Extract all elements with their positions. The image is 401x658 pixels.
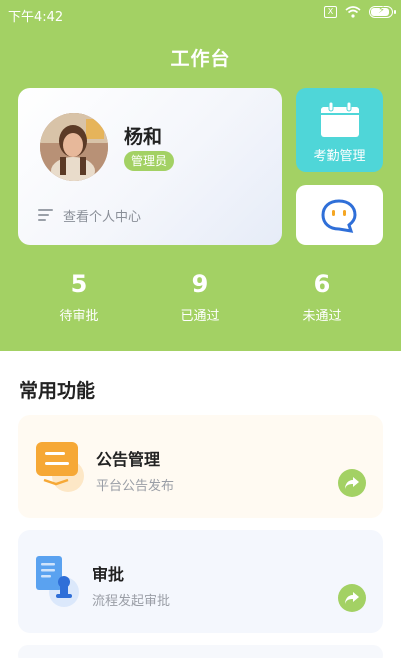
notice-desc: 平台公告发布 [96,479,175,494]
stat-approved-value: 9 [191,270,209,298]
stat-pending-value: 5 [70,270,88,298]
notification-box-icon: X [324,6,337,18]
stat-approved-label: 已通过 [180,309,220,324]
share-arrow-icon [345,477,359,489]
approval-go-button[interactable] [338,584,366,612]
avatar[interactable] [40,113,108,181]
stat-pending-label: 待审批 [59,309,99,324]
notice-management-card[interactable]: 公告管理 平台公告发布 [18,415,383,518]
menu-icon [38,209,53,221]
stat-pending[interactable]: 5 待审批 [24,270,134,324]
wifi-icon [345,6,361,18]
notice-icon [36,442,84,492]
function-card-partial[interactable] [18,645,383,658]
share-arrow-icon [345,592,359,604]
stat-rejected-label: 未通过 [302,309,342,324]
page-title: 工作台 [170,48,231,70]
calendar-icon [321,102,359,137]
view-profile-link[interactable]: 查看个人中心 [63,206,141,225]
approval-icon [36,556,79,607]
status-time: 下午4:42 [8,10,64,25]
battery-icon: ⚡ [369,5,396,18]
user-name: 杨和 [124,126,163,148]
stat-approved[interactable]: 9 已通过 [145,270,255,324]
section-title: 常用功能 [19,380,96,402]
stat-rejected-value: 6 [313,270,331,298]
profile-card[interactable]: 杨和 管理员 查看个人中心 [18,88,282,245]
role-badge: 管理员 [124,151,175,171]
notice-go-button[interactable] [338,469,366,497]
notice-title: 公告管理 [96,450,161,469]
approval-desc: 流程发起审批 [92,594,171,609]
approval-card[interactable]: 审批 流程发起审批 [18,530,383,633]
chat-button[interactable] [296,185,383,245]
stat-rejected[interactable]: 6 未通过 [267,270,377,324]
attendance-button[interactable]: 考勤管理 [296,88,383,172]
approval-title: 审批 [92,565,125,584]
status-bar: 下午4:42 X ⚡ [0,0,401,28]
attendance-label: 考勤管理 [313,149,366,164]
chat-bubble-icon [321,199,357,233]
